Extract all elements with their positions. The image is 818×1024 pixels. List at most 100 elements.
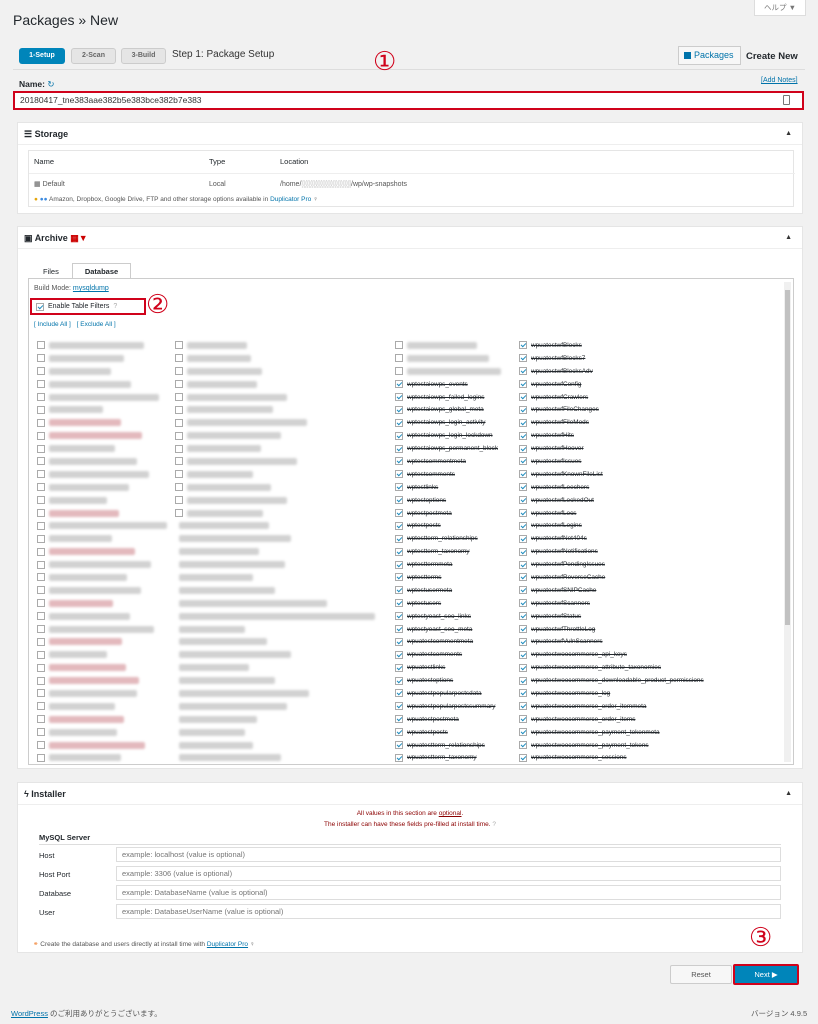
table-checkbox[interactable]: [37, 483, 45, 492]
table-filter-row[interactable]: wpuatestwfNet404s: [519, 532, 789, 545]
table-filter-row[interactable]: wpuatestwfConfig: [519, 378, 789, 391]
table-filter-row[interactable]: [175, 584, 375, 597]
table-checkbox[interactable]: [37, 702, 45, 711]
enable-table-filters[interactable]: Enable Table Filters ?: [30, 298, 146, 315]
table-checkbox[interactable]: [395, 573, 403, 582]
exclude-all-link[interactable]: [ Exclude All ]: [77, 321, 116, 328]
table-checkbox[interactable]: [37, 444, 45, 453]
refresh-icon[interactable]: ↻: [47, 79, 54, 89]
table-filter-row[interactable]: [175, 378, 375, 391]
table-checkbox[interactable]: [519, 341, 527, 350]
table-filter-row[interactable]: wpuatestwoocommerce_log: [519, 687, 789, 700]
table-filter-row[interactable]: wpuatestwfHits: [519, 429, 789, 442]
wordpress-link[interactable]: WordPress: [11, 1009, 48, 1018]
table-filter-row[interactable]: wpuatestwfLockedOut: [519, 494, 789, 507]
duplicator-pro-link[interactable]: Duplicator Pro: [270, 196, 311, 203]
table-checkbox[interactable]: [395, 689, 403, 698]
table-filter-row[interactable]: wpuatestwfKnownFileList: [519, 468, 789, 481]
table-filter-row[interactable]: [175, 339, 375, 352]
table-filter-row[interactable]: wpuatestwoocommerce_payment_tokens: [519, 739, 789, 752]
table-checkbox[interactable]: [519, 354, 527, 363]
table-checkbox[interactable]: [37, 663, 45, 672]
table-filter-row[interactable]: [175, 635, 375, 648]
copy-icon[interactable]: [783, 95, 790, 105]
packages-button[interactable]: Packages: [678, 46, 741, 65]
table-checkbox[interactable]: [395, 534, 403, 543]
table-checkbox[interactable]: [395, 612, 403, 621]
table-checkbox[interactable]: [37, 547, 45, 556]
table-filter-row[interactable]: [175, 726, 375, 739]
table-filter-row[interactable]: wpuatestwfReverseCache: [519, 571, 789, 584]
table-checkbox[interactable]: [37, 534, 45, 543]
table-checkbox[interactable]: [395, 509, 403, 518]
table-checkbox[interactable]: [175, 444, 183, 453]
table-filter-row[interactable]: [175, 507, 375, 520]
table-filter-row[interactable]: [175, 429, 375, 442]
table-checkbox[interactable]: [519, 534, 527, 543]
table-checkbox[interactable]: [395, 715, 403, 724]
table-list-scrollbar[interactable]: [784, 282, 791, 762]
table-checkbox[interactable]: [519, 689, 527, 698]
table-checkbox[interactable]: [395, 753, 403, 762]
table-checkbox[interactable]: [395, 663, 403, 672]
table-checkbox[interactable]: [395, 354, 403, 363]
table-filter-row[interactable]: [175, 610, 375, 623]
table-checkbox[interactable]: [37, 612, 45, 621]
table-checkbox[interactable]: [395, 521, 403, 530]
table-filter-row[interactable]: wpuatestwfScanners: [519, 597, 789, 610]
table-filter-row[interactable]: [175, 752, 375, 765]
table-checkbox[interactable]: [395, 444, 403, 453]
table-filter-row[interactable]: wpuatestwfLogins: [519, 519, 789, 532]
table-checkbox[interactable]: [519, 393, 527, 401]
table-checkbox[interactable]: [395, 547, 403, 556]
archive-header[interactable]: ▣ Archive ▦▼ ▲: [18, 227, 802, 249]
table-checkbox[interactable]: [37, 405, 45, 414]
table-filter-row[interactable]: [175, 481, 375, 494]
table-checkbox[interactable]: [519, 599, 527, 608]
host-port-input[interactable]: [116, 866, 781, 881]
table-filter-row[interactable]: wpuatestwoocommerce_attribute_taxonomies: [519, 661, 789, 674]
enable-table-filters-checkbox[interactable]: [36, 302, 44, 311]
database-input[interactable]: [116, 885, 781, 900]
table-checkbox[interactable]: [519, 741, 527, 750]
table-checkbox[interactable]: [519, 753, 527, 762]
table-filter-row[interactable]: wpuatestwfHoover: [519, 442, 789, 455]
table-checkbox[interactable]: [37, 599, 45, 608]
table-filter-row[interactable]: wpuatestwfVulnScanners: [519, 635, 789, 648]
table-checkbox[interactable]: [395, 405, 403, 414]
table-checkbox[interactable]: [395, 650, 403, 659]
table-checkbox[interactable]: [395, 483, 403, 492]
table-checkbox[interactable]: [175, 509, 183, 518]
table-checkbox[interactable]: [175, 380, 183, 389]
table-checkbox[interactable]: [37, 676, 45, 685]
table-checkbox[interactable]: [175, 431, 183, 440]
table-checkbox[interactable]: [175, 367, 183, 376]
table-checkbox[interactable]: [37, 496, 45, 505]
table-checkbox[interactable]: [395, 380, 403, 389]
table-checkbox[interactable]: [175, 393, 183, 401]
table-checkbox[interactable]: [37, 586, 45, 595]
table-filter-row[interactable]: [175, 365, 375, 378]
table-filter-row[interactable]: wpuatestwfNotifications: [519, 545, 789, 558]
table-checkbox[interactable]: [37, 367, 45, 376]
table-filter-row[interactable]: [175, 713, 375, 726]
next-button[interactable]: Next ▶: [733, 964, 799, 985]
table-filter-row[interactable]: wpuatesttermmeta: [395, 764, 595, 765]
table-filter-row[interactable]: [175, 597, 375, 610]
table-checkbox[interactable]: [519, 573, 527, 582]
installer-collapse-caret-icon[interactable]: ▲: [785, 783, 792, 805]
table-checkbox[interactable]: [519, 676, 527, 685]
table-checkbox[interactable]: [175, 405, 183, 414]
table-filter-row[interactable]: wpuatestwfBlocks7: [519, 352, 789, 365]
table-filter-row[interactable]: [175, 442, 375, 455]
table-filter-row[interactable]: [175, 661, 375, 674]
table-filter-row[interactable]: wpuatestwfFileMods: [519, 416, 789, 429]
table-filter-row[interactable]: [175, 403, 375, 416]
table-filter-row[interactable]: [175, 687, 375, 700]
host-input[interactable]: [116, 847, 781, 862]
table-checkbox[interactable]: [37, 380, 45, 389]
table-checkbox[interactable]: [37, 431, 45, 440]
table-checkbox[interactable]: [519, 637, 527, 646]
table-checkbox[interactable]: [519, 380, 527, 389]
table-checkbox[interactable]: [37, 509, 45, 518]
